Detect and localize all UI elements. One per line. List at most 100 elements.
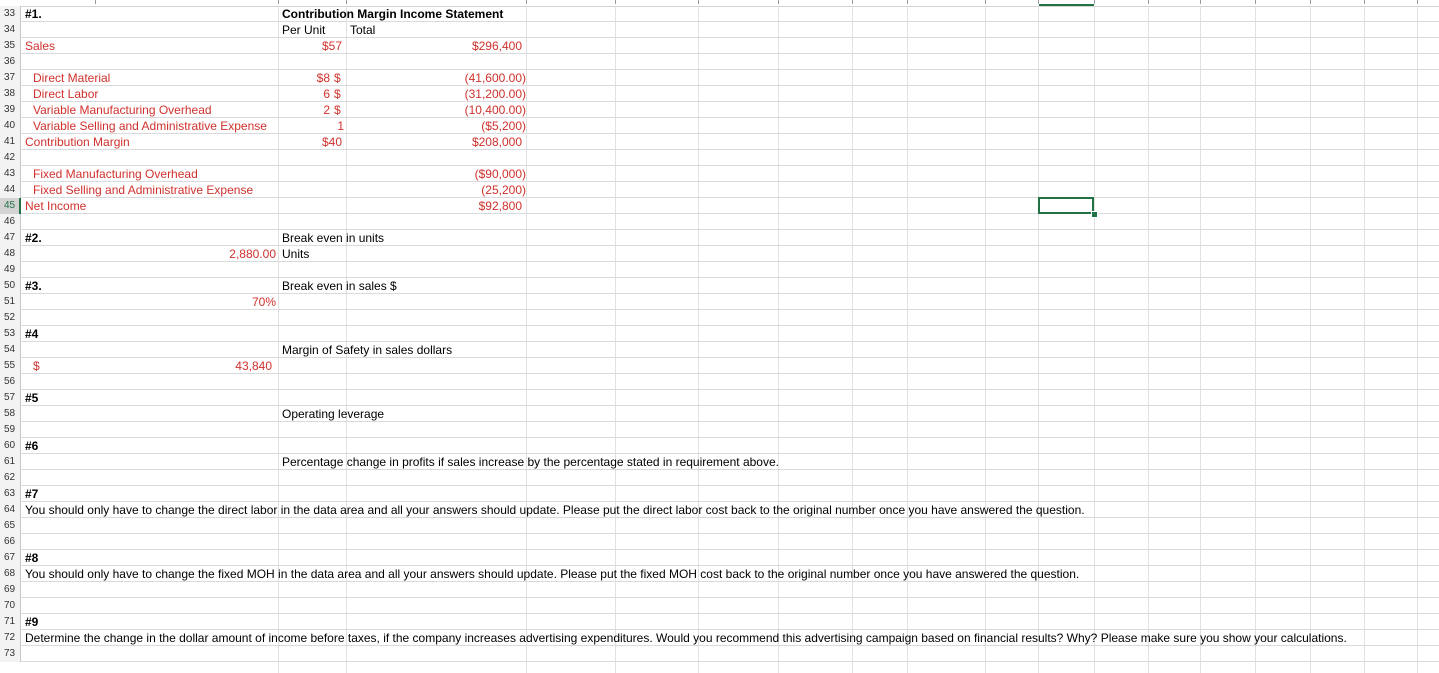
cell-c37[interactable]: $8 <box>280 70 330 86</box>
row-number[interactable]: 55 <box>0 358 21 374</box>
cell-c48[interactable]: Units <box>282 246 309 262</box>
row-number[interactable]: 63 <box>0 486 21 502</box>
row-36[interactable]: 36 <box>0 54 1439 70</box>
cell-a40[interactable]: Variable Selling and Administrative Expe… <box>33 118 267 134</box>
row-number[interactable]: 73 <box>0 646 21 662</box>
row-number[interactable]: 39 <box>0 102 21 118</box>
row-62[interactable]: 62 <box>0 470 1439 486</box>
spreadsheet-grid[interactable]: 33 #1. Contribution Margin Income Statem… <box>0 6 1439 662</box>
row-number[interactable]: 45 <box>0 198 21 214</box>
cell-c38[interactable]: 6 <box>280 86 330 102</box>
row-69[interactable]: 69 <box>0 582 1439 598</box>
row-number[interactable]: 46 <box>0 214 21 230</box>
cell-a71[interactable]: #9 <box>25 614 38 630</box>
active-cell-selection[interactable] <box>1038 197 1094 214</box>
cell-d44[interactable]: (25,200) <box>350 182 526 198</box>
row-65[interactable]: 65 <box>0 518 1439 534</box>
row-57[interactable]: 57 #5 <box>0 390 1439 406</box>
row-45[interactable]: 45 Net Income $92,800 <box>0 198 1439 214</box>
row-number[interactable]: 43 <box>0 166 21 182</box>
row-52[interactable]: 52 <box>0 310 1439 326</box>
row-number[interactable]: 44 <box>0 182 21 198</box>
row-59[interactable]: 59 <box>0 422 1439 438</box>
cell-a72[interactable]: Determine the change in the dollar amoun… <box>25 630 1347 646</box>
row-number[interactable]: 34 <box>0 22 21 38</box>
cell-b51[interactable]: 70% <box>100 294 276 310</box>
row-58[interactable]: 58 Operating leverage <box>0 406 1439 422</box>
row-number[interactable]: 70 <box>0 598 21 614</box>
row-71[interactable]: 71 #9 <box>0 614 1439 630</box>
cell-d39[interactable]: (10,400.00) <box>350 102 526 118</box>
cell-a63[interactable]: #7 <box>25 486 38 502</box>
cell-a47[interactable]: #2. <box>25 230 42 246</box>
cell-c40[interactable]: 1 <box>280 118 344 134</box>
row-38[interactable]: 38 Direct Labor 6 $ (31,200.00) <box>0 86 1439 102</box>
row-44[interactable]: 44 Fixed Selling and Administrative Expe… <box>0 182 1439 198</box>
row-39[interactable]: 39 Variable Manufacturing Overhead 2 $ (… <box>0 102 1439 118</box>
cell-c54[interactable]: Margin of Safety in sales dollars <box>282 342 452 358</box>
row-54[interactable]: 54 Margin of Safety in sales dollars <box>0 342 1439 358</box>
row-56[interactable]: 56 <box>0 374 1439 390</box>
row-60[interactable]: 60 #6 <box>0 438 1439 454</box>
row-number[interactable]: 66 <box>0 534 21 550</box>
cell-d38[interactable]: (31,200.00) <box>350 86 526 102</box>
row-72[interactable]: 72 Determine the change in the dollar am… <box>0 630 1439 646</box>
row-number[interactable]: 52 <box>0 310 21 326</box>
row-number[interactable]: 58 <box>0 406 21 422</box>
row-40[interactable]: 40 Variable Selling and Administrative E… <box>0 118 1439 134</box>
cell-a45[interactable]: Net Income <box>25 198 86 214</box>
row-number[interactable]: 59 <box>0 422 21 438</box>
row-51[interactable]: 51 70% <box>0 294 1439 310</box>
cell-c61[interactable]: Percentage change in profits if sales in… <box>282 454 779 470</box>
row-number[interactable]: 51 <box>0 294 21 310</box>
cell-a44[interactable]: Fixed Selling and Administrative Expense <box>33 182 253 198</box>
cell-c50[interactable]: Break even in sales $ <box>282 278 397 294</box>
row-number[interactable]: 57 <box>0 390 21 406</box>
row-33[interactable]: 33 #1. Contribution Margin Income Statem… <box>0 6 1439 22</box>
cell-a55[interactable]: $ <box>33 358 40 374</box>
cell-c33[interactable]: Contribution Margin Income Statement <box>282 6 503 22</box>
row-number[interactable]: 50 <box>0 278 21 294</box>
cell-a33[interactable]: #1. <box>25 6 42 22</box>
cell-a41[interactable]: Contribution Margin <box>25 134 130 150</box>
row-number[interactable]: 53 <box>0 326 21 342</box>
cell-c47[interactable]: Break even in units <box>282 230 384 246</box>
cell-a39[interactable]: Variable Manufacturing Overhead <box>33 102 212 118</box>
cell-b55[interactable]: 43,840 <box>100 358 272 374</box>
row-61[interactable]: 61 Percentage change in profits if sales… <box>0 454 1439 470</box>
fill-handle[interactable] <box>1091 211 1098 218</box>
cell-b48[interactable]: 2,880.00 <box>100 246 276 262</box>
row-number[interactable]: 54 <box>0 342 21 358</box>
row-41[interactable]: 41 Contribution Margin $40 $208,000 <box>0 134 1439 150</box>
row-number[interactable]: 47 <box>0 230 21 246</box>
row-number[interactable]: 69 <box>0 582 21 598</box>
row-number[interactable]: 42 <box>0 150 21 166</box>
row-number[interactable]: 72 <box>0 630 21 646</box>
row-47[interactable]: 47 #2. Break even in units <box>0 230 1439 246</box>
row-68[interactable]: 68 You should only have to change the fi… <box>0 566 1439 582</box>
row-53[interactable]: 53 #4 <box>0 326 1439 342</box>
cell-d45[interactable]: $92,800 <box>350 198 522 214</box>
row-number[interactable]: 48 <box>0 246 21 262</box>
cell-a43[interactable]: Fixed Manufacturing Overhead <box>33 166 198 182</box>
cell-c39[interactable]: 2 <box>280 102 330 118</box>
row-number[interactable]: 71 <box>0 614 21 630</box>
row-37[interactable]: 37 Direct Material $8 $ (41,600.00) <box>0 70 1439 86</box>
row-48[interactable]: 48 2,880.00 Units <box>0 246 1439 262</box>
row-number[interactable]: 64 <box>0 502 21 518</box>
row-66[interactable]: 66 <box>0 534 1439 550</box>
cell-a53[interactable]: #4 <box>25 326 38 342</box>
row-70[interactable]: 70 <box>0 598 1439 614</box>
cell-d43[interactable]: ($90,000) <box>350 166 526 182</box>
cell-a60[interactable]: #6 <box>25 438 38 454</box>
row-number[interactable]: 61 <box>0 454 21 470</box>
row-50[interactable]: 50 #3. Break even in sales $ <box>0 278 1439 294</box>
cell-c35[interactable]: $57 <box>280 38 342 54</box>
row-number[interactable]: 38 <box>0 86 21 102</box>
row-number[interactable]: 67 <box>0 550 21 566</box>
cell-c34[interactable]: Per Unit <box>282 22 325 38</box>
row-number[interactable]: 35 <box>0 38 21 54</box>
cell-c58[interactable]: Operating leverage <box>282 406 384 422</box>
cell-a57[interactable]: #5 <box>25 390 38 406</box>
cell-a38[interactable]: Direct Labor <box>33 86 98 102</box>
